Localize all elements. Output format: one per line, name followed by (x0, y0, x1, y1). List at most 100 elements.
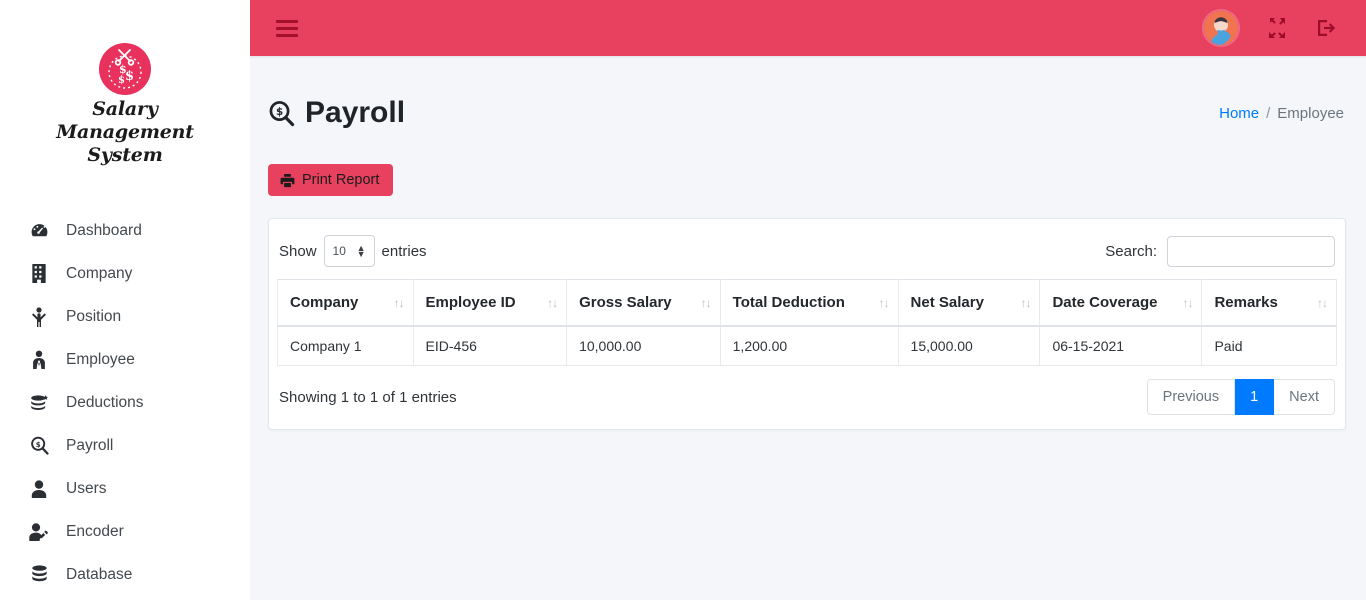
app-root: $ $ $ Salary Management System Dashboard (0, 0, 1366, 600)
sidebar-item-label: Dashboard (66, 221, 142, 239)
column-label: Net Salary (910, 294, 984, 312)
hamburger-bar (276, 33, 298, 37)
main-area: $ Payroll Home / Employee Print Report S… (250, 0, 1366, 600)
employee-tie-icon (26, 350, 52, 370)
print-report-button[interactable]: Print Report (268, 164, 394, 197)
sidebar-item-label: Deductions (66, 393, 144, 411)
brand-title-line1: Salary Management (56, 98, 194, 143)
column-header-gross-salary[interactable]: Gross Salary ↑↓ (566, 279, 721, 328)
magnifier-dollar-icon: $ (268, 100, 295, 127)
svg-text:$: $ (35, 440, 40, 449)
cell-net-salary: 15,000.00 (898, 326, 1041, 367)
page-content: $ Payroll Home / Employee Print Report S… (250, 56, 1366, 431)
cell-remarks: Paid (1201, 326, 1337, 367)
breadcrumb-separator: / (1266, 104, 1271, 122)
hamburger-bar (276, 26, 298, 30)
column-header-net-salary[interactable]: Net Salary ↑↓ (898, 279, 1041, 328)
avatar[interactable] (1204, 11, 1238, 45)
page-header: $ Payroll Home / Employee (268, 78, 1346, 148)
table-header-row: Company ↑↓ Employee ID ↑↓ Gross Salary ↑… (277, 279, 1337, 328)
page-length-value: 10 (332, 244, 346, 259)
salary-management-logo-icon: $ $ $ (98, 42, 152, 96)
cell-total-deduction: 1,200.00 (720, 326, 899, 367)
brand[interactable]: $ $ $ Salary Management System (0, 0, 250, 167)
cell-company: Company 1 (277, 326, 414, 367)
datatable-info: Showing 1 to 1 of 1 entries (279, 388, 457, 406)
table-head: Company ↑↓ Employee ID ↑↓ Gross Salary ↑… (277, 279, 1337, 328)
user-icon (26, 479, 52, 499)
column-label: Company (290, 294, 359, 312)
breadcrumb-home[interactable]: Home (1219, 105, 1259, 122)
svg-text:$: $ (276, 106, 283, 118)
expand-arrows-icon[interactable] (1266, 17, 1288, 39)
column-header-total-deduction[interactable]: Total Deduction ↑↓ (720, 279, 899, 328)
sidebar-nav: Dashboard Company Position Employee Dedu… (0, 209, 250, 596)
sidebar-item-label: Database (66, 565, 133, 583)
sort-icon: ↑↓ (1317, 295, 1328, 310)
sidebar-item-encoder[interactable]: Encoder (0, 510, 250, 553)
entries-label: entries (381, 242, 427, 260)
cell-gross-salary: 10,000.00 (566, 326, 721, 367)
svg-text:$: $ (125, 69, 134, 84)
column-header-date-coverage[interactable]: Date Coverage ↑↓ (1039, 279, 1203, 328)
stepper-icon: ▲ ▼ (356, 244, 366, 260)
page-title-text: Payroll (305, 96, 406, 130)
pagination-previous[interactable]: Previous (1146, 379, 1236, 416)
sidebar-item-database[interactable]: Database (0, 553, 250, 596)
sort-icon: ↑↓ (878, 295, 890, 310)
database-icon (26, 565, 52, 585)
sidebar-item-employee[interactable]: Employee (0, 338, 250, 381)
search-label: Search: (1105, 242, 1157, 260)
coins-icon (26, 393, 52, 413)
topbar-actions (1204, 11, 1338, 45)
magnifier-dollar-icon: $ (26, 436, 52, 456)
page-length-select[interactable]: 10 ▲ ▼ (323, 235, 375, 268)
sort-icon: ↑↓ (700, 295, 712, 310)
sidebar-item-position[interactable]: Position (0, 295, 250, 338)
table-row[interactable]: Company 1 EID-456 10,000.00 1,200.00 15,… (277, 326, 1337, 367)
sidebar-item-payroll[interactable]: $ Payroll (0, 424, 250, 467)
pagination-next[interactable]: Next (1274, 379, 1335, 416)
column-label: Gross Salary (579, 294, 672, 312)
column-label: Employee ID (425, 294, 516, 312)
sort-icon: ↑↓ (393, 295, 405, 310)
column-label: Date Coverage (1052, 294, 1158, 312)
sidebar-item-label: Payroll (66, 436, 114, 454)
breadcrumb-current: Employee (1277, 104, 1344, 122)
column-header-company[interactable]: Company ↑↓ (277, 279, 414, 328)
pagination-page-1[interactable]: 1 (1235, 379, 1275, 416)
sidebar-item-label: Position (66, 307, 122, 325)
page-title: $ Payroll (268, 98, 405, 128)
sidebar-item-company[interactable]: Company (0, 252, 250, 295)
svg-text:$: $ (118, 75, 125, 86)
hamburger-icon[interactable] (276, 19, 298, 37)
sidebar-item-deductions[interactable]: Deductions (0, 381, 250, 424)
datatable-search-control: Search: (1105, 235, 1335, 267)
table-body: Company 1 EID-456 10,000.00 1,200.00 15,… (277, 326, 1337, 367)
brand-title-line2: System (87, 144, 163, 166)
sidebar: $ $ $ Salary Management System Dashboard (0, 0, 250, 600)
sidebar-item-label: Employee (66, 350, 135, 368)
sidebar-item-label: Encoder (66, 522, 124, 540)
search-input[interactable] (1167, 235, 1335, 267)
topbar (250, 0, 1366, 59)
stepper-down: ▼ (356, 249, 366, 260)
column-header-remarks[interactable]: Remarks ↑↓ (1201, 279, 1337, 328)
user-edit-icon (26, 522, 52, 542)
cell-date-coverage: 06-15-2021 (1039, 326, 1203, 367)
sort-icon: ↑↓ (1020, 295, 1031, 310)
building-icon (26, 264, 52, 284)
sidebar-item-dashboard[interactable]: Dashboard (0, 209, 250, 252)
hamburger-bar (276, 19, 298, 23)
payroll-table-card: Show 10 ▲ ▼ entries Search: Company ↑↓ E… (268, 218, 1346, 431)
logout-icon[interactable] (1316, 17, 1338, 39)
column-header-employee-id[interactable]: Employee ID ↑↓ (413, 279, 568, 328)
sort-icon: ↑↓ (547, 295, 558, 310)
datatable-controls: Show 10 ▲ ▼ entries Search: (277, 229, 1337, 279)
column-label: Remarks (1214, 294, 1278, 312)
brand-title: Salary Management System (25, 98, 225, 167)
show-label: Show (279, 242, 317, 260)
sidebar-item-users[interactable]: Users (0, 467, 250, 510)
sidebar-item-label: Users (66, 479, 107, 497)
print-report-label: Print Report (302, 172, 380, 189)
